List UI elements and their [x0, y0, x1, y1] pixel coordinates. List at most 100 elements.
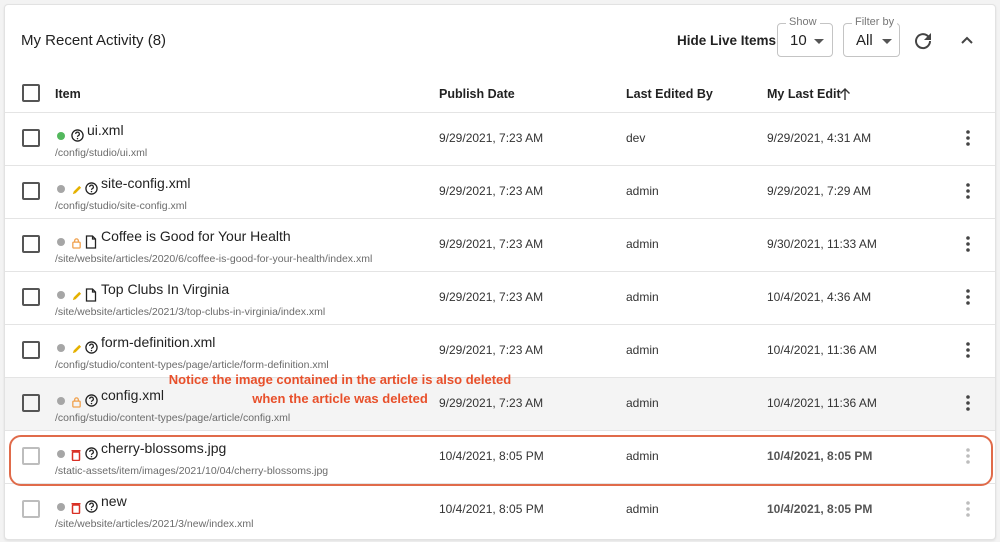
- row-checkbox[interactable]: [22, 129, 40, 147]
- item-name[interactable]: new: [101, 493, 127, 509]
- last-edited-by: admin: [626, 502, 659, 516]
- lock-icon: [71, 395, 82, 413]
- status-dot: [57, 238, 65, 246]
- question-icon: [85, 500, 98, 518]
- status-dot: [57, 450, 65, 458]
- pencil-icon: [71, 183, 82, 201]
- page-icon: [85, 288, 97, 307]
- more-options-icon[interactable]: [960, 287, 976, 307]
- row-checkbox[interactable]: [22, 394, 40, 412]
- last-edited-by: admin: [626, 184, 659, 198]
- trash-icon: [71, 501, 81, 519]
- item-path: /site/website/articles/2021/3/top-clubs-…: [55, 306, 326, 318]
- table-row[interactable]: new/site/website/articles/2021/3/new/ind…: [5, 483, 995, 536]
- item-name[interactable]: ui.xml: [87, 122, 124, 138]
- publish-date: 9/29/2021, 7:23 AM: [439, 237, 544, 251]
- publish-date: 9/29/2021, 7:23 AM: [439, 184, 544, 198]
- last-edited-by: dev: [626, 131, 646, 145]
- select-all-checkbox[interactable]: [22, 84, 40, 102]
- table-row[interactable]: Top Clubs In Virginia/site/website/artic…: [5, 271, 995, 324]
- item-name[interactable]: Coffee is Good for Your Health: [101, 228, 291, 244]
- item-path: /config/studio/site-config.xml: [55, 200, 187, 212]
- my-last-edit: 10/4/2021, 4:36 AM: [767, 290, 872, 304]
- question-icon: [85, 182, 98, 200]
- more-options-icon[interactable]: [960, 128, 976, 148]
- row-checkbox[interactable]: [22, 500, 40, 518]
- my-last-edit: 10/4/2021, 11:36 AM: [767, 396, 877, 410]
- item-name[interactable]: form-definition.xml: [101, 334, 215, 350]
- question-icon: [85, 341, 98, 359]
- sort-arrow-up-icon[interactable]: [839, 87, 851, 106]
- status-dot: [57, 185, 65, 193]
- pencil-icon: [71, 289, 82, 307]
- item-name[interactable]: cherry-blossoms.jpg: [101, 440, 226, 456]
- table-row[interactable]: site-config.xml/config/studio/site-confi…: [5, 165, 995, 218]
- last-edited-by: admin: [626, 290, 659, 304]
- table-row[interactable]: ui.xml/config/studio/ui.xml 9/29/2021, 7:…: [5, 112, 995, 165]
- more-options-icon[interactable]: [960, 499, 976, 519]
- trash-icon: [71, 448, 81, 466]
- lock-icon: [71, 236, 82, 254]
- item-name[interactable]: site-config.xml: [101, 175, 190, 191]
- item-name[interactable]: Top Clubs In Virginia: [101, 281, 229, 297]
- hide-live-items-button[interactable]: Hide Live Items: [677, 33, 776, 48]
- question-icon: [71, 129, 84, 147]
- refresh-icon[interactable]: [911, 29, 935, 53]
- collapse-chevron-up-icon[interactable]: [955, 29, 979, 53]
- last-edited-by: admin: [626, 343, 659, 357]
- row-checkbox[interactable]: [22, 341, 40, 359]
- my-last-edit: 9/30/2021, 11:33 AM: [767, 237, 877, 251]
- filter-select[interactable]: Filter by All: [843, 16, 900, 57]
- more-options-icon[interactable]: [960, 393, 976, 413]
- status-dot: [57, 132, 65, 140]
- status-dot: [57, 291, 65, 299]
- my-last-edit: 10/4/2021, 11:36 AM: [767, 343, 877, 357]
- more-options-icon[interactable]: [960, 446, 976, 466]
- pencil-icon: [71, 342, 82, 360]
- more-options-icon[interactable]: [960, 181, 976, 201]
- chevron-down-icon: [882, 39, 892, 44]
- status-dot: [57, 344, 65, 352]
- table-row[interactable]: Coffee is Good for Your Health/site/webs…: [5, 218, 995, 271]
- column-header-item[interactable]: Item: [55, 87, 81, 101]
- last-edited-by: admin: [626, 396, 659, 410]
- table-row[interactable]: cherry-blossoms.jpg/static-assets/item/i…: [5, 430, 995, 483]
- column-header-my-last-edit[interactable]: My Last Edit: [767, 87, 841, 101]
- my-last-edit: 10/4/2021, 8:05 PM: [767, 502, 873, 516]
- filter-select-value: All: [856, 32, 873, 49]
- item-path: /site/website/articles/2020/6/coffee-is-…: [55, 253, 373, 265]
- publish-date: 9/29/2021, 7:23 AM: [439, 290, 544, 304]
- row-checkbox[interactable]: [22, 182, 40, 200]
- item-path: /config/studio/content-types/page/articl…: [55, 412, 291, 424]
- row-checkbox[interactable]: [22, 288, 40, 306]
- last-edited-by: admin: [626, 237, 659, 251]
- publish-date: 9/29/2021, 7:23 AM: [439, 131, 544, 145]
- status-dot: [57, 397, 65, 405]
- status-dot: [57, 503, 65, 511]
- my-last-edit: 9/29/2021, 4:31 AM: [767, 131, 872, 145]
- question-icon: [85, 394, 98, 412]
- show-select-value: 10: [790, 32, 807, 49]
- row-checkbox[interactable]: [22, 235, 40, 253]
- page-icon: [85, 235, 97, 254]
- panel-header: My Recent Activity (8) Hide Live Items S…: [5, 5, 995, 75]
- column-header-publish-date[interactable]: Publish Date: [439, 87, 515, 101]
- publish-date: 10/4/2021, 8:05 PM: [439, 449, 544, 463]
- more-options-icon[interactable]: [960, 340, 976, 360]
- my-last-edit: 9/29/2021, 7:29 AM: [767, 184, 872, 198]
- my-last-edit: 10/4/2021, 8:05 PM: [767, 449, 873, 463]
- annotation-line-2: when the article was deleted: [252, 391, 428, 406]
- item-path: /config/studio/ui.xml: [55, 147, 148, 159]
- row-checkbox[interactable]: [22, 447, 40, 465]
- filter-select-label: Filter by: [852, 16, 898, 28]
- annotation-line-1: Notice the image contained in the articl…: [168, 372, 512, 387]
- chevron-down-icon: [814, 39, 824, 44]
- publish-date: 10/4/2021, 8:05 PM: [439, 502, 544, 516]
- item-path: /site/website/articles/2021/3/new/index.…: [55, 518, 254, 530]
- column-header-last-edited-by[interactable]: Last Edited By: [626, 87, 713, 101]
- show-select[interactable]: Show 10: [777, 16, 833, 57]
- item-path: /config/studio/content-types/page/articl…: [55, 359, 329, 371]
- panel-title: My Recent Activity (8): [21, 32, 167, 49]
- more-options-icon[interactable]: [960, 234, 976, 254]
- table-row[interactable]: form-definition.xml/config/studio/conten…: [5, 324, 995, 377]
